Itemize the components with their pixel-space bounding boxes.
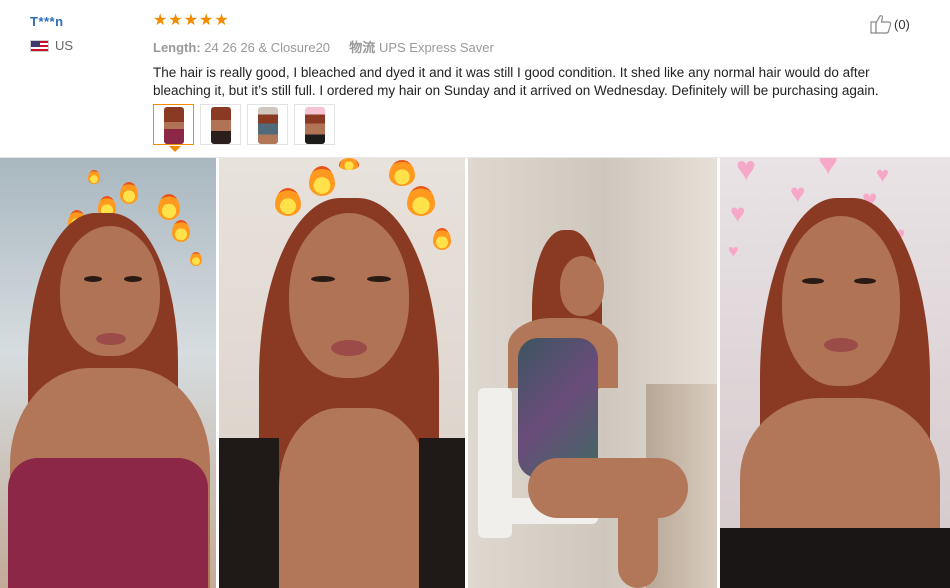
us-flag-icon (30, 39, 49, 52)
review-photo-2[interactable] (219, 158, 465, 588)
review-attributes: Length: 24 26 26 & Closure20 物流 UPS Expr… (153, 37, 893, 56)
helpful-button[interactable]: (0) (870, 14, 910, 34)
star-icon: ★ (214, 12, 229, 29)
thumbnail-2[interactable] (200, 104, 241, 145)
reviewer-country-label: US (55, 38, 74, 53)
star-icon: ★ (183, 12, 199, 29)
review-photo-gallery: ♥ ♥ ♥ ♥ ♥ ♥ ♥ ♥ (0, 158, 950, 588)
star-icon: ★ (168, 12, 183, 29)
thumbnail-1[interactable] (153, 104, 194, 145)
review-card: T***n US ★ ★ ★ ★ ★ Length: 24 26 26 & Cl… (0, 0, 950, 158)
thumbnail-4[interactable] (294, 104, 335, 145)
thumbnail-3[interactable] (247, 104, 288, 145)
star-icon: ★ (199, 12, 214, 29)
reviewer-country: US (30, 38, 73, 53)
length-label: Length: (153, 40, 201, 55)
review-text: The hair is really good, I bleached and … (153, 65, 879, 98)
helpful-count: (0) (894, 16, 910, 32)
star-rating: ★ ★ ★ ★ ★ (153, 12, 893, 30)
thumbs-up-icon (870, 15, 892, 34)
reviewer-name[interactable]: T***n (30, 14, 73, 29)
selected-thumbnail-indicator (169, 146, 181, 152)
reviewer-info: T***n US (30, 14, 73, 53)
review-photo-4[interactable]: ♥ ♥ ♥ ♥ ♥ ♥ ♥ ♥ (720, 158, 950, 588)
shipping-value: UPS Express Saver (378, 40, 494, 55)
review-thumbnails (153, 104, 335, 145)
review-photo-3[interactable] (468, 158, 717, 588)
length-value: 24 26 26 & Closure20 (204, 40, 331, 55)
review-body: ★ ★ ★ ★ ★ Length: 24 26 26 & Closure20 物… (153, 12, 893, 100)
shipping-label: 物流 (349, 40, 376, 55)
star-icon: ★ (153, 12, 168, 29)
review-photo-1[interactable] (0, 158, 216, 588)
